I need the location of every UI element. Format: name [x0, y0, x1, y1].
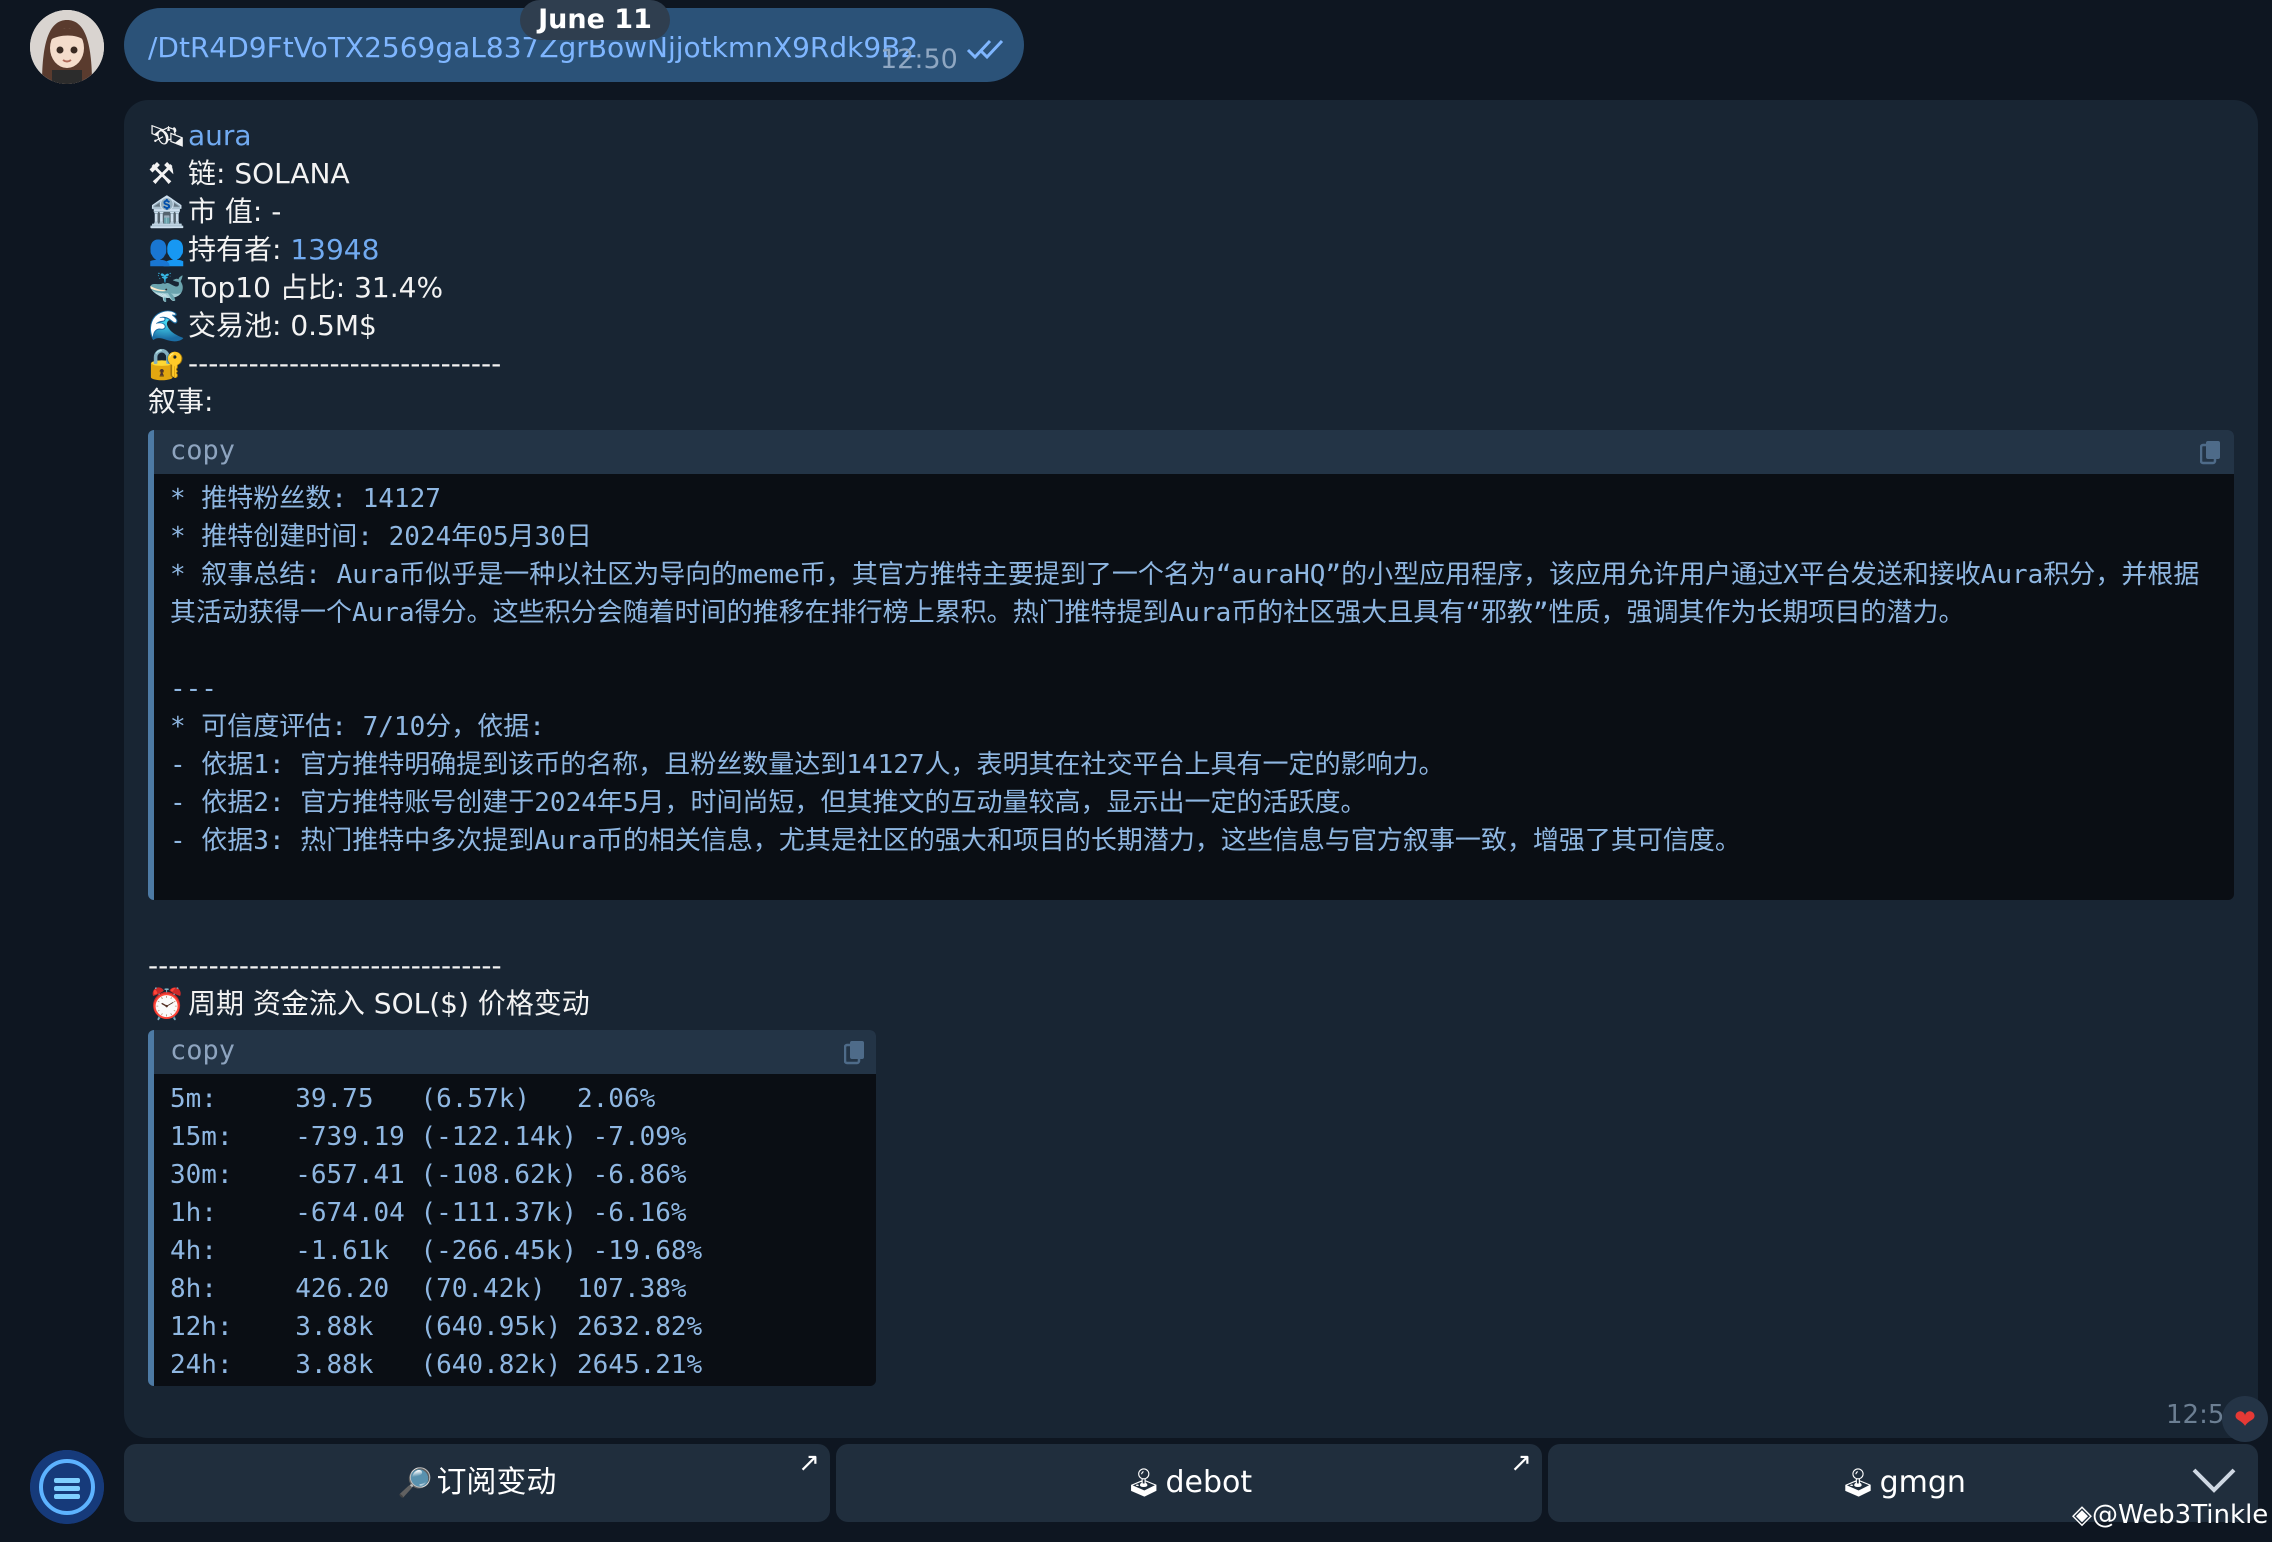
joystick-icon: 🕹: [1125, 1466, 1162, 1499]
joystick-icon: 🕹: [1840, 1466, 1876, 1499]
flow-row: 12h: 3.88k (640.95k) 2632.82%: [170, 1312, 703, 1342]
user-avatar[interactable]: [30, 10, 104, 84]
flow-code-text: 5m: 39.75 (6.57k) 2.06% 15m: -739.19 (-1…: [154, 1074, 876, 1384]
code-line: * 可信度评估: 7/10分，依据:: [170, 712, 545, 742]
chain-label: 链: SOLANA: [188, 157, 350, 190]
outgoing-message-time: 12:50: [880, 44, 958, 75]
debot-button[interactable]: 🕹 debot ↗: [836, 1444, 1542, 1522]
incoming-message-bubble: 🛰aura ⚒ 链: SOLANA 🏦市 值: - 👥持有者: 13948 🐳To…: [124, 100, 2258, 1438]
button-label: 订阅变动: [436, 1465, 557, 1500]
flow-row: 8h: 426.20 (70.42k) 107.38%: [170, 1274, 687, 1304]
pool-line: 🌊交易池: 0.5M$: [148, 308, 377, 344]
whale-icon: 🐳: [148, 271, 186, 306]
wave-icon: 🌊: [148, 309, 186, 344]
double-check-icon: [966, 39, 1004, 60]
chain-line: ⚒ 链: SOLANA: [148, 156, 350, 192]
top10-label: Top10 占比: 31.4%: [188, 271, 444, 304]
bot-avatar[interactable]: [30, 1450, 104, 1524]
flow-header-line: ⏰周期 资金流入 SOL($) 价格变动: [148, 986, 590, 1022]
code-copy-label[interactable]: copy: [170, 435, 235, 466]
token-line: 🛰aura: [148, 118, 252, 154]
message-time: 12:5: [2166, 1400, 2225, 1430]
market-cap-label: 市 值: -: [188, 195, 282, 228]
satellite-icon: 🛰: [148, 119, 187, 154]
code-block-header: copy: [154, 430, 2234, 474]
pool-label: 交易池: 0.5M$: [188, 309, 377, 342]
copy-icon[interactable]: [844, 1040, 866, 1066]
narrative-code-text: * 推特粉丝数: 14127 * 推特创建时间: 2024年05月30日 * 叙…: [154, 474, 2234, 860]
flow-row: 24h: 3.88k (640.82k) 2645.21%: [170, 1350, 703, 1380]
external-link-icon: ↗: [798, 1448, 820, 1478]
subscribe-changes-button[interactable]: 🔎 订阅变动 ↗: [124, 1444, 830, 1522]
code-line: * 叙事总结: Aura币似乎是一种以社区为导向的meme币，其官方推特主要提到…: [170, 560, 2200, 628]
flow-row: 4h: -1.61k (-266.45k) -19.68%: [170, 1236, 703, 1266]
flow-row: 30m: -657.41 (-108.62k) -6.86%: [170, 1160, 687, 1190]
bot-logo-icon: [30, 1450, 104, 1524]
divider-line: 🔐-------------------------------: [148, 346, 501, 382]
anime-girl-icon: [30, 10, 104, 84]
token-link[interactable]: aura: [188, 119, 252, 152]
alarm-clock-icon: ⏰: [148, 987, 186, 1022]
heart-reaction-icon[interactable]: ❤: [2222, 1396, 2268, 1442]
hammer-pick-icon: ⚒: [148, 157, 175, 192]
button-label: gmgn: [1879, 1465, 1966, 1500]
code-line: - 依据1: 官方推特明确提到该币的名称，且粉丝数量达到14127人，表明其在社…: [170, 750, 1445, 780]
watermark: ◈@Web3Tinkle: [2072, 1500, 2269, 1530]
flow-row: 15m: -739.19 (-122.14k) -7.09%: [170, 1122, 687, 1152]
flow-row: 5m: 39.75 (6.57k) 2.06%: [170, 1084, 656, 1114]
code-block-header: copy: [154, 1030, 876, 1074]
bank-icon: 🏦: [148, 195, 186, 230]
code-line: * 推特粉丝数: 14127: [170, 484, 441, 514]
code-line: - 依据2: 官方推特账号创建于2024年5月，时间尚短，但其推文的互动量较高，…: [170, 788, 1367, 818]
holders-line: 👥持有者: 13948: [148, 232, 379, 268]
divider-line-2: -----------------------------------: [148, 949, 502, 982]
magnifier-icon: 🔎: [397, 1466, 433, 1499]
lock-icon: 🔐: [148, 347, 186, 382]
copy-icon[interactable]: [2200, 440, 2222, 466]
holders-value-link[interactable]: 13948: [290, 233, 379, 266]
people-icon: 👥: [148, 233, 186, 268]
code-copy-label[interactable]: copy: [170, 1035, 235, 1066]
market-cap-line: 🏦市 值: -: [148, 194, 281, 230]
holders-label: 持有者:: [188, 233, 291, 266]
code-line: - 依据3: 热门推特中多次提到Aura币的相关信息，尤其是社区的强大和项目的长…: [170, 826, 1741, 856]
external-link-icon: ↗: [1510, 1448, 1532, 1478]
code-line: * 推特创建时间: 2024年05月30日: [170, 522, 592, 552]
code-line: ---: [170, 674, 217, 704]
button-label: debot: [1165, 1465, 1253, 1500]
narrative-label: 叙事:: [148, 385, 214, 418]
flow-row: 1h: -674.04 (-111.37k) -6.16%: [170, 1198, 687, 1228]
date-separator: June 11: [520, 0, 670, 40]
top10-line: 🐳Top10 占比: 31.4%: [148, 270, 443, 306]
narrative-code-block[interactable]: copy * 推特粉丝数: 14127 * 推特创建时间: 2024年05月30…: [148, 430, 2234, 900]
flow-header-label: 周期 资金流入 SOL($) 价格变动: [188, 987, 590, 1020]
divider-text: -------------------------------: [188, 347, 502, 380]
flow-code-block[interactable]: copy 5m: 39.75 (6.57k) 2.06% 15m: -739.1…: [148, 1030, 876, 1386]
